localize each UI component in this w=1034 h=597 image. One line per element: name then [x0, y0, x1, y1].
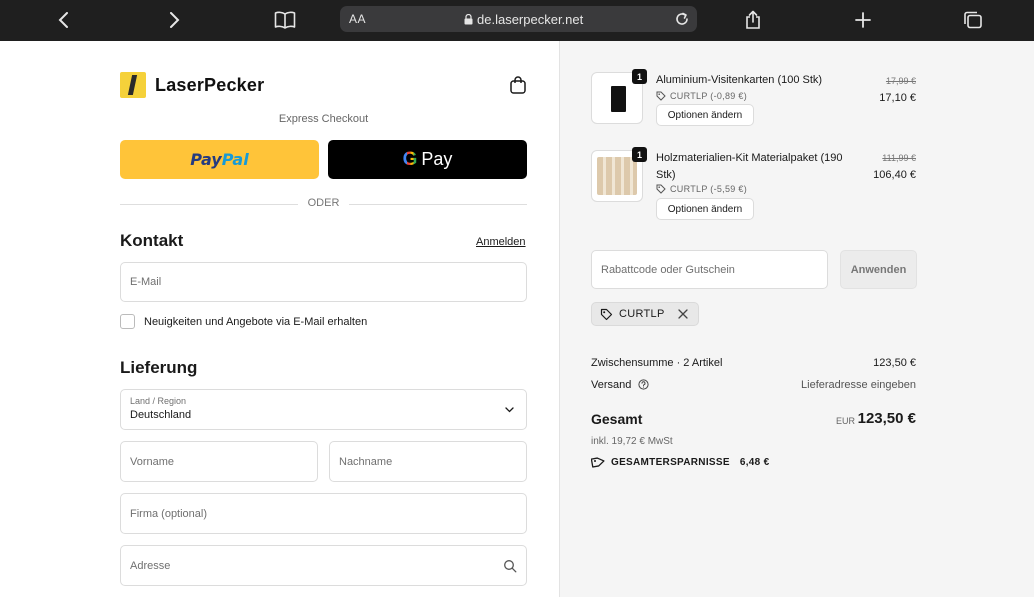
lock-icon: [464, 14, 473, 25]
total-value: 123,50 €: [857, 410, 916, 427]
change-options-button[interactable]: Optionen ändern: [656, 198, 754, 220]
share-button[interactable]: [740, 8, 766, 32]
new-tab-button[interactable]: [850, 8, 876, 32]
chevron-left-icon: [58, 12, 68, 28]
applied-discount-chip: CURTLP: [591, 302, 699, 326]
tax-note: inkl. 19,72 € MwSt: [591, 436, 673, 447]
tag-icon: [591, 457, 605, 468]
item-price-discounted: 106,40 €: [873, 169, 916, 181]
email-input[interactable]: [130, 263, 517, 301]
applied-discount-code: CURTLP: [619, 308, 665, 320]
lastname-input[interactable]: [339, 442, 517, 481]
item-price-original: 17,99 €: [885, 76, 916, 86]
chevron-down-icon: [505, 407, 514, 413]
delivery-heading: Lieferung: [120, 358, 198, 377]
paypal-button[interactable]: PayPal: [120, 140, 319, 179]
shipping-label: Versand: [591, 379, 632, 391]
close-icon[interactable]: [677, 308, 689, 320]
apply-discount-button[interactable]: Anwenden: [840, 250, 917, 289]
shopping-bag-icon[interactable]: [509, 75, 527, 95]
newsletter-checkbox[interactable]: [120, 314, 135, 329]
total-label: Gesamt: [591, 411, 643, 427]
company-input[interactable]: [130, 494, 517, 533]
company-field[interactable]: [120, 493, 527, 534]
subtotal-label: Zwischensumme · 2 Artikel: [591, 357, 723, 369]
or-divider-label: ODER: [307, 197, 340, 209]
firstname-input[interactable]: [130, 442, 308, 481]
reader-aa-button[interactable]: AA: [349, 12, 366, 26]
country-select[interactable]: Land / Region Deutschland: [120, 389, 527, 430]
item-price-original: 111,99 €: [882, 153, 916, 163]
book-icon: [274, 11, 296, 29]
forward-button[interactable]: [161, 8, 187, 32]
item-title: Holzmaterialien-Kit Materialpaket (190 St…: [656, 152, 843, 181]
country-select-label: Land / Region: [130, 396, 187, 406]
discount-code-input[interactable]: [601, 251, 821, 288]
discount-code-field[interactable]: [591, 250, 828, 289]
google-pay-button[interactable]: G Pay: [328, 140, 527, 179]
search-icon[interactable]: [503, 559, 517, 573]
laserpecker-logo-icon: [120, 72, 146, 98]
tag-icon: [656, 184, 666, 194]
address-input[interactable]: [130, 546, 490, 585]
tabs-icon: [964, 11, 982, 29]
lastname-field[interactable]: [329, 441, 527, 482]
browser-toolbar: AA de.laserpecker.net: [0, 0, 1034, 41]
help-circle-icon[interactable]: [638, 379, 650, 390]
tag-icon: [656, 91, 666, 101]
plus-icon: [855, 12, 871, 28]
newsletter-label: Neuigkeiten und Angebote via E-Mail erha…: [144, 316, 368, 328]
chevron-right-icon: [170, 12, 180, 28]
savings-value: 6,48 €: [739, 456, 770, 468]
quantity-badge: 1: [632, 69, 647, 84]
google-g-icon: G: [402, 148, 418, 170]
share-icon: [746, 10, 760, 29]
wood-kit-image: [597, 157, 637, 195]
shipping-value: Lieferadresse eingeben: [801, 379, 916, 391]
express-checkout-label: Express Checkout: [278, 113, 369, 125]
tag-icon: [600, 308, 613, 320]
item-title: Aluminium-Visitenkarten (100 Stk): [656, 74, 823, 86]
reload-icon[interactable]: [673, 10, 691, 28]
savings-label: GESAMTERSPARNISSE: [611, 456, 730, 468]
brand-logo[interactable]: LaserPecker: [120, 72, 264, 98]
contact-heading: Kontakt: [120, 231, 184, 250]
order-summary-panel: 1 Aluminium-Visitenkarten (100 Stk) CURT…: [559, 41, 1034, 597]
item-price-discounted: 17,10 €: [879, 92, 916, 104]
or-divider: ODER: [120, 197, 527, 211]
country-select-value: Deutschland: [130, 409, 192, 421]
total-savings: GESAMTERSPARNISSE 6,48 €: [591, 456, 769, 468]
login-link[interactable]: Anmelden: [476, 236, 526, 248]
change-options-button[interactable]: Optionen ändern: [656, 104, 754, 126]
paypal-wordmark: PayPal: [190, 150, 249, 169]
item-discount-code: CURTLP (-5,59 €): [656, 184, 747, 194]
url-text: de.laserpecker.net: [477, 12, 584, 27]
brand-name: LaserPecker: [155, 74, 265, 95]
address-field[interactable]: [120, 545, 527, 586]
quantity-badge: 1: [632, 147, 647, 162]
shipping-row-label: Versand: [591, 379, 650, 391]
business-card-image: [611, 86, 626, 112]
checkout-form-panel: LaserPecker Express Checkout PayPal G Pa…: [0, 41, 559, 597]
google-pay-label: Pay: [421, 149, 453, 169]
url-display: de.laserpecker.net: [464, 12, 583, 27]
tabs-overview-button[interactable]: [960, 8, 986, 32]
item-discount-code: CURTLP (-0,89 €): [656, 91, 747, 101]
total-currency: EUR: [835, 416, 855, 426]
bookmarks-button[interactable]: [272, 8, 298, 32]
subtotal-value: 123,50 €: [873, 357, 916, 369]
firstname-field[interactable]: [120, 441, 318, 482]
back-button[interactable]: [51, 8, 77, 32]
email-field[interactable]: [120, 262, 527, 302]
address-bar[interactable]: AA de.laserpecker.net: [340, 6, 697, 32]
